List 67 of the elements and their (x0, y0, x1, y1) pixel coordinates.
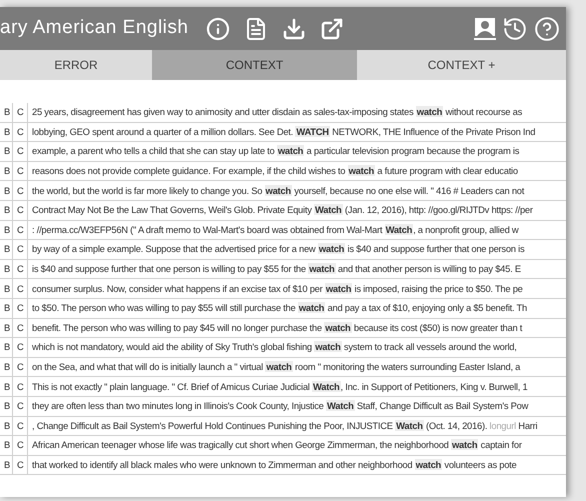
context-line: on the Sea, and what that will do is initially launch a " virtual watch room " monitoring the waters surrounding Easter Island, a (31, 360, 520, 374)
tab[interactable]: ERROR (0, 50, 152, 80)
source-c-link[interactable]: C (13, 436, 28, 455)
context-line: consumer surplus. Now, consider what happens if an excise tax of $10 per watch is imposed, raising the price to $50. The pe (31, 282, 523, 296)
source-b-link[interactable]: B (0, 456, 13, 474)
source-b-link[interactable]: B (0, 220, 13, 240)
user-portrait-icon[interactable] (474, 16, 496, 40)
source-c-link[interactable]: C (13, 416, 28, 436)
source-c-link[interactable]: C (13, 200, 28, 220)
source-c-link[interactable]: C (13, 220, 28, 240)
history-icon[interactable] (502, 16, 528, 42)
context-line: This is not exactly " plain language. " Cf. Brief of Amicus Curiae Judicial Watch, Inc. in Support of Petitioners, King v. Burwell, 1 (31, 380, 528, 394)
source-b-link[interactable]: B (0, 200, 13, 220)
source-c-link[interactable]: C (13, 260, 28, 278)
source-c-link[interactable]: C (13, 240, 28, 259)
source-b-link[interactable]: B (0, 436, 13, 455)
source-b-link[interactable]: B (0, 260, 13, 278)
context-line: reasons does not provide complete guidance. For example, if the child wishes to watch a future program with clear educatio (31, 164, 518, 178)
source-c-link[interactable]: C (13, 338, 28, 357)
context-line: : //perma.cc/W3EFP56N (" A draft memo to Wal-Mart's board was obtained from Wal-Mart Watch, a nonprofit group, allied w (31, 222, 518, 237)
source-c-link[interactable]: C (13, 456, 28, 474)
context-line: Contract May Not Be the Law That Governs, Weil's Glob. Private Equity Watch (Jan. 12, 2016), http: //goo.gl/RIJTDv https: //per (31, 203, 533, 218)
tab[interactable]: CONTEXT + (357, 50, 566, 80)
corpus-title: ary American English (0, 16, 188, 40)
context-line: African American teenager whose life was tragically cut short when George Zimmerman, the neighborhood watch captain for (31, 438, 522, 452)
source-b-link[interactable]: B (0, 377, 13, 396)
source-c-link[interactable]: C (13, 318, 28, 338)
context-line: , Change Difficult as Bail System's Powerful Hold Continues Punishing the Poor, INJUSTICE Watch (Oct. 14, 2016). longurl Harri (31, 418, 538, 433)
source-b-link[interactable]: B (0, 279, 13, 298)
source-c-link[interactable]: C (13, 377, 28, 396)
context-line: is $40 and suppose further that one person is willing to pay $55 for the watch and that another person is willing to pay $45. E (31, 262, 521, 276)
tab[interactable]: CONTEXT (152, 50, 357, 80)
source-b-link[interactable]: B (0, 318, 13, 338)
context-line: example, a parent who tells a child that she can stay up late to watch a particular television program because the program is (31, 144, 520, 158)
source-c-link[interactable]: C (13, 396, 28, 416)
context-line: lobbying, GEO spent around a quarter of a million dollars. See Det. WATCH NETWORK, THE Influence of the Private Prison Ind (31, 124, 536, 139)
context-line: the world, but the world is far more likely to change you. So watch yourself, because no one else will. " 416 # Leaders can not (31, 184, 524, 198)
source-c-link[interactable]: C (13, 181, 28, 200)
context-line: by way of a simple example. Suppose that the advertised price for a new watch is $40 and suppose further that one person is (31, 242, 524, 256)
source-b-link[interactable]: B (0, 396, 13, 416)
source-c-link[interactable]: C (13, 122, 28, 142)
context-line: that worked to identify all black males who were unknown to Zimmerman and other neighborhood watch volunteers as pote (31, 458, 516, 472)
source-c-link[interactable]: C (13, 298, 28, 318)
info-icon[interactable] (206, 16, 230, 40)
source-b-link[interactable]: B (0, 181, 13, 200)
context-line: 25 years, disagreement has given way to animosity and utter disdain as sales-tax-imposing states watch without recourse as (31, 105, 522, 120)
source-b-link[interactable]: B (0, 103, 13, 122)
help-icon[interactable] (534, 16, 560, 42)
context-line: which is not mandatory, would aid the ability of Sky Truth's global fishing watch system to track all vessels around the world, (31, 340, 517, 354)
context-line: they are often less than two minutes long in Illinois's Cook County, Injustice Watch Staff, Change Difficult as Bail System's Pow (31, 399, 528, 414)
source-c-link[interactable]: C (13, 103, 28, 122)
source-b-link[interactable]: B (0, 142, 13, 161)
source-c-link[interactable]: C (13, 162, 28, 180)
source-b-link[interactable]: B (0, 358, 13, 376)
source-c-link[interactable]: C (13, 142, 28, 161)
external-link-icon[interactable] (320, 16, 344, 40)
source-b-link[interactable]: B (0, 162, 13, 180)
source-c-link[interactable]: C (13, 358, 28, 376)
context-line: to $50. The person who was willing to pay $55 will still purchase the watch and pay a tax of $10, enjoying only a $5 benefit. Th (31, 301, 527, 316)
source-c-link[interactable]: C (13, 279, 28, 298)
source-b-link[interactable]: B (0, 416, 13, 436)
source-b-link[interactable]: B (0, 338, 13, 357)
source-b-link[interactable]: B (0, 298, 13, 318)
source-b-link[interactable]: B (0, 240, 13, 259)
context-line: benefit. The person who was willing to pay $45 will no longer purchase the watch because its cost ($50) is now greater than t (31, 320, 522, 335)
source-b-link[interactable]: B (0, 122, 13, 142)
download-icon[interactable] (282, 16, 306, 40)
